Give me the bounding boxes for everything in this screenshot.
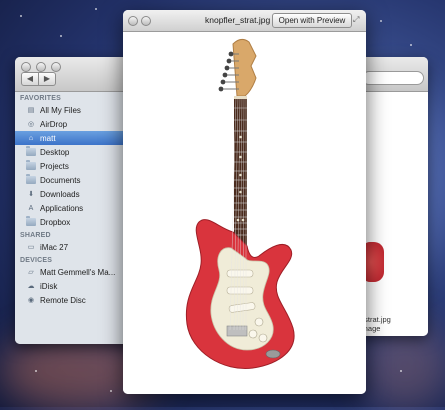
all-files-icon: ▤ — [27, 107, 35, 114]
back-button[interactable]: ◀ — [21, 72, 39, 86]
sidebar-item-all-my-files[interactable]: ▤ All My Files — [15, 103, 123, 117]
info-titlebar — [356, 57, 428, 92]
laptop-icon: ▱ — [28, 269, 34, 276]
sidebar-item-label: Projects — [40, 161, 69, 171]
finder-sidebar: FAVORITES ▤ All My Files ◎ AirDrop ⌂ matt Deskt… — [15, 92, 123, 344]
sidebar-section-header: FAVORITES — [20, 95, 61, 102]
quicklook-titlebar: knopfler_strat.jpg Open with Preview ⤢ — [123, 10, 366, 32]
zoom-button[interactable] — [51, 62, 61, 72]
window-controls — [21, 62, 61, 72]
airdrop-icon: ◎ — [27, 121, 35, 128]
fullscreen-button[interactable] — [141, 16, 151, 26]
folder-icon — [26, 160, 36, 171]
close-button[interactable] — [128, 16, 138, 26]
sidebar-item-label: All My Files — [40, 105, 81, 115]
sidebar-section-header: DEVICES — [20, 257, 53, 264]
sidebar-item-label: AirDrop — [40, 119, 68, 129]
quicklook-panel: knopfler_strat.jpg Open with Preview ⤢ — [123, 10, 366, 394]
quicklook-title: knopfler_strat.jpg — [205, 15, 271, 25]
sidebar-item-label: Remote Disc — [40, 295, 86, 305]
sidebar-item-dropbox[interactable]: Dropbox — [15, 215, 123, 229]
search-field[interactable] — [362, 71, 424, 85]
quicklook-controls — [128, 16, 151, 26]
forward-button[interactable]: ▶ — [39, 72, 56, 86]
sidebar-item-idisk[interactable]: ☁ iDisk — [15, 279, 123, 293]
sidebar-item-projects[interactable]: Projects — [15, 159, 123, 173]
sidebar-item-downloads[interactable]: ⬇ Downloads — [15, 187, 123, 201]
guitar-image — [185, 38, 295, 369]
sidebar-item-label: Documents — [40, 175, 81, 185]
folder-icon — [26, 174, 36, 185]
info-window: _strat.jpgimageBrch 2011 20:17rch 2011 2… — [356, 57, 428, 336]
sidebar-item-applications[interactable]: A Applications — [15, 201, 123, 215]
folder-icon — [26, 216, 36, 227]
disc-icon: ◉ — [27, 297, 35, 304]
open-with-preview-button[interactable]: Open with Preview — [272, 13, 352, 28]
idisk-icon: ☁ — [27, 283, 35, 290]
home-icon: ⌂ — [28, 134, 34, 142]
info-body: _strat.jpgimageBrch 2011 20:17rch 2011 2… — [356, 92, 428, 336]
sidebar-item-label: Matt Gemmell's Ma... — [40, 267, 116, 277]
sidebar-item-label: Dropbox — [40, 217, 71, 227]
sidebar-item-imac-27[interactable]: ▭ iMac 27 — [15, 240, 123, 254]
sidebar-section-header: SHARED — [20, 232, 51, 239]
applications-icon: A — [28, 204, 34, 212]
sidebar-item-label: matt — [40, 133, 56, 143]
sidebar-item-label: Desktop — [40, 147, 70, 157]
image-preview — [123, 32, 366, 394]
sidebar-item-matt[interactable]: ⌂ matt — [15, 131, 123, 145]
sidebar-item-matt-gemmell-s-ma[interactable]: ▱ Matt Gemmell's Ma... — [15, 265, 123, 279]
sidebar-item-remote-disc[interactable]: ◉ Remote Disc — [15, 293, 123, 307]
sidebar-item-documents[interactable]: Documents — [15, 173, 123, 187]
sidebar-item-airdrop[interactable]: ◎ AirDrop — [15, 117, 123, 131]
close-button[interactable] — [21, 62, 31, 72]
sidebar-item-desktop[interactable]: Desktop — [15, 145, 123, 159]
sidebar-item-label: iDisk — [40, 281, 58, 291]
sidebar-item-label: iMac 27 — [40, 242, 69, 252]
expand-icon[interactable]: ⤢ — [353, 15, 362, 24]
imac-icon: ▭ — [27, 244, 35, 251]
sidebar-item-label: Downloads — [40, 189, 80, 199]
minimize-button[interactable] — [36, 62, 46, 72]
downloads-icon: ⬇ — [28, 191, 34, 198]
sidebar-item-label: Applications — [40, 203, 84, 213]
nav-buttons: ◀ ▶ — [21, 72, 56, 86]
folder-icon — [26, 146, 36, 157]
